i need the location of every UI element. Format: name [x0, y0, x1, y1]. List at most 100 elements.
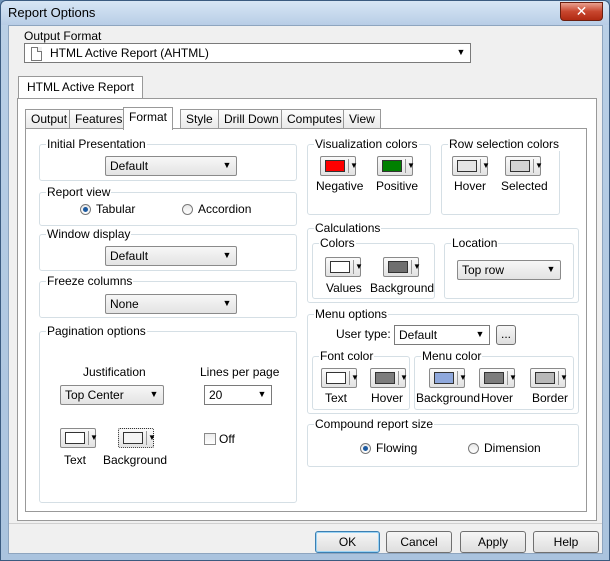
tab-computes[interactable]: Computes [281, 109, 348, 129]
initial-presentation-title: Initial Presentation [46, 137, 147, 151]
color-swatch [388, 261, 408, 273]
chevron-down-icon: ▼ [509, 373, 517, 382]
window-display-group: Window display Default ▼ [39, 227, 297, 271]
chevron-down-icon: ▼ [546, 264, 556, 274]
pagination-background-color-button[interactable]: ▼ [118, 428, 156, 448]
justification-value: Top Center [65, 388, 124, 402]
row-hover-label: Hover [454, 179, 487, 193]
dimension-radio[interactable] [468, 443, 479, 454]
chevron-down-icon: ▼ [459, 373, 467, 382]
menu-background-color-button[interactable]: ▼ [429, 368, 467, 388]
apply-button[interactable]: Apply [460, 531, 526, 553]
chevron-down-icon: ▼ [535, 161, 543, 170]
location-select[interactable]: Top row ▼ [457, 260, 561, 280]
accordion-label: Accordion [198, 202, 252, 216]
color-swatch [65, 432, 85, 444]
off-label: Off [219, 432, 235, 446]
chevron-down-icon: ▼ [413, 262, 421, 271]
calculations-location-title: Location [451, 236, 499, 250]
menu-border-color-button[interactable]: ▼ [530, 368, 568, 388]
menu-options-group: Menu options User type: Default ▼ ... Fo… [307, 307, 579, 414]
user-type-select[interactable]: Default ▼ [394, 325, 490, 345]
pagination-background-label: Background [103, 453, 168, 467]
chevron-down-icon: ▼ [475, 329, 485, 339]
ok-button[interactable]: OK [315, 531, 380, 553]
flowing-label: Flowing [376, 441, 418, 455]
tab-style[interactable]: Style [180, 109, 219, 129]
color-swatch [325, 160, 345, 172]
menu-border-label: Border [532, 391, 569, 405]
dimension-label: Dimension [484, 441, 541, 455]
window-title: Report Options [8, 5, 96, 20]
menu-hover-label: Hover [481, 391, 514, 405]
format-tab-panel: Initial Presentation Default ▼ Report vi… [25, 128, 587, 512]
lines-per-page-select[interactable]: 20 ▼ [204, 385, 272, 405]
tab-drill-down[interactable]: Drill Down [218, 109, 285, 129]
initial-presentation-select[interactable]: Default ▼ [105, 156, 237, 176]
tabular-label: Tabular [96, 202, 136, 216]
color-swatch [330, 261, 350, 273]
chevron-down-icon: ▼ [482, 161, 490, 170]
color-swatch [535, 372, 555, 384]
calculations-group: Calculations Colors ▼ Values ▼ Backgroun… [307, 221, 579, 303]
tab-features[interactable]: Features [69, 109, 129, 129]
menu-hover-color-button[interactable]: ▼ [479, 368, 517, 388]
tab-view[interactable]: View [343, 109, 381, 129]
row-selection-colors-group: Row selection colors ▼ Hover ▼ Selected [441, 137, 561, 215]
flowing-radio[interactable] [360, 443, 371, 454]
font-text-color-button[interactable]: ▼ [321, 368, 359, 388]
initial-presentation-value: Default [110, 159, 149, 173]
visualization-colors-group: Visualization colors ▼ Negative ▼ Positi… [307, 137, 431, 215]
user-type-browse-button[interactable]: ... [496, 325, 516, 345]
user-type-value: Default [399, 328, 438, 342]
pagination-text-color-button[interactable]: ▼ [60, 428, 98, 448]
positive-color-button[interactable]: ▼ [377, 156, 415, 176]
tab-output[interactable]: Output [25, 109, 74, 129]
pagination-options-title: Pagination options [46, 324, 147, 338]
report-view-title: Report view [46, 185, 112, 199]
output-format-value: HTML Active Report (AHTML) [50, 46, 209, 60]
tab-html-active-report[interactable]: HTML Active Report [18, 76, 143, 99]
compound-report-size-group: Compound report size Flowing Dimension [307, 417, 579, 467]
tabular-radio[interactable] [80, 204, 91, 215]
cancel-button[interactable]: Cancel [386, 531, 452, 553]
accordion-radio[interactable] [182, 204, 193, 215]
window-display-select[interactable]: Default ▼ [105, 246, 237, 266]
color-swatch [434, 372, 454, 384]
calculations-colors-group: Colors ▼ Values ▼ Background [312, 236, 435, 299]
report-view-group: Report view Tabular Accordion [39, 185, 297, 226]
freeze-columns-group: Freeze columns None ▼ [39, 274, 297, 318]
color-swatch [510, 160, 530, 172]
justification-select[interactable]: Top Center ▼ [60, 385, 164, 405]
row-selected-color-button[interactable]: ▼ [505, 156, 543, 176]
chevron-down-icon: ▼ [90, 433, 98, 442]
menu-color-title: Menu color [421, 349, 483, 363]
calculations-colors-title: Colors [319, 236, 356, 250]
chevron-down-icon: ▼ [407, 161, 415, 170]
calc-values-color-button[interactable]: ▼ [325, 257, 363, 277]
menu-options-title: Menu options [314, 307, 389, 321]
chevron-down-icon: ▼ [148, 433, 156, 442]
close-button[interactable]: ✕ [560, 2, 603, 21]
calc-background-label: Background [370, 281, 435, 295]
output-format-select[interactable]: HTML Active Report (AHTML) ▼ [24, 43, 471, 63]
chevron-down-icon: ▼ [222, 250, 232, 260]
lines-per-page-label: Lines per page [200, 365, 280, 379]
help-button[interactable]: Help [533, 531, 599, 553]
chevron-down-icon: ▼ [560, 373, 568, 382]
title-bar[interactable]: Report Options ✕ [1, 1, 609, 25]
window-display-title: Window display [46, 227, 132, 241]
calculations-title: Calculations [314, 221, 382, 235]
chevron-down-icon: ▼ [222, 160, 232, 170]
freeze-columns-title: Freeze columns [46, 274, 134, 288]
tab-format[interactable]: Format [123, 107, 174, 130]
negative-color-button[interactable]: ▼ [320, 156, 358, 176]
freeze-columns-select[interactable]: None ▼ [105, 294, 237, 314]
font-hover-color-button[interactable]: ▼ [370, 368, 408, 388]
off-checkbox[interactable] [204, 433, 216, 445]
row-hover-color-button[interactable]: ▼ [452, 156, 490, 176]
calc-background-color-button[interactable]: ▼ [383, 257, 421, 277]
dialog-client-area: Output Format HTML Active Report (AHTML)… [8, 25, 603, 554]
calculations-location-group: Location Top row ▼ [444, 236, 574, 299]
color-swatch [123, 432, 143, 444]
